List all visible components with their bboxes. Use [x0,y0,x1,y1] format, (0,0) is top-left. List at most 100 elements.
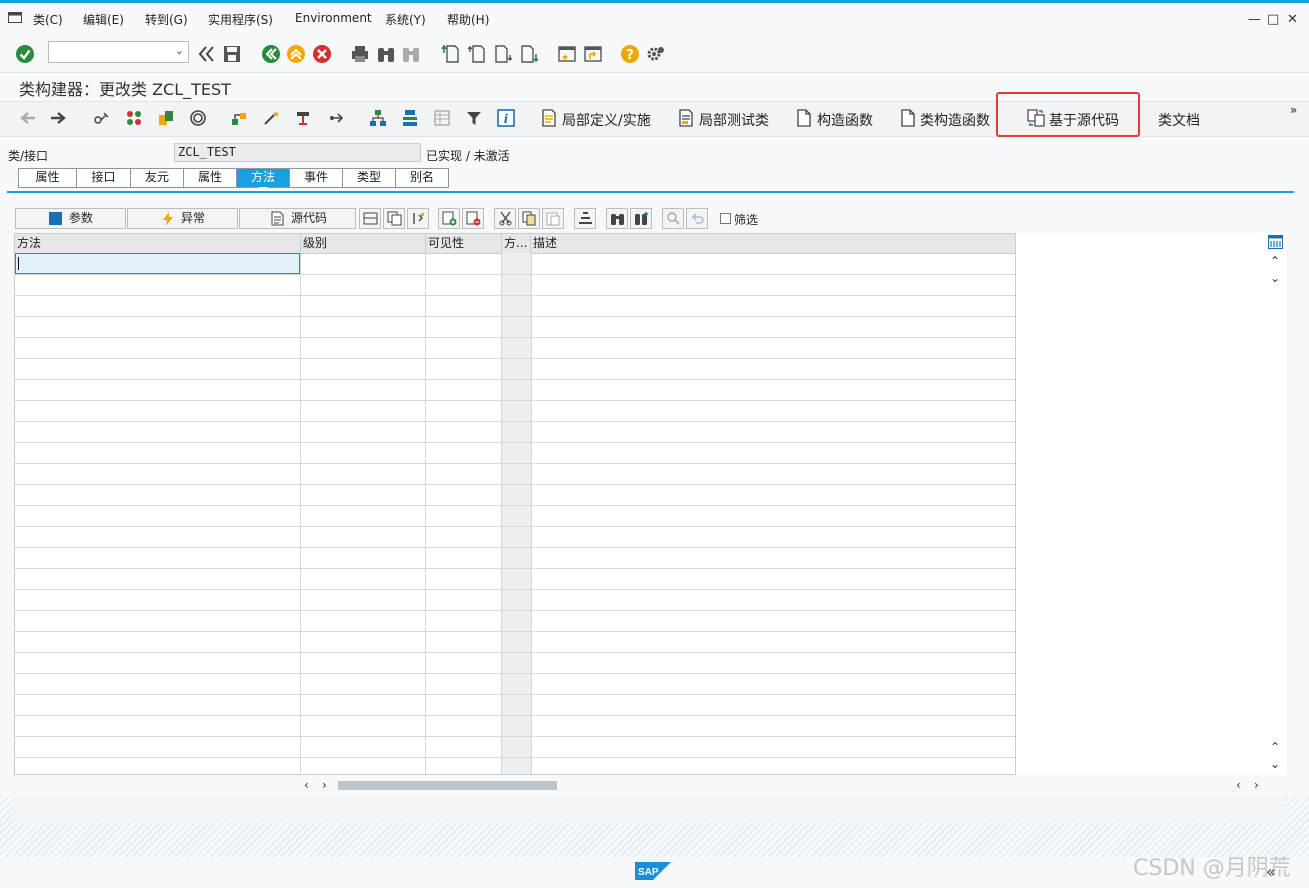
menu-utilities[interactable]: 实用程序(S) [208,11,273,28]
scroll-down-icon[interactable]: ⌄ [1270,271,1280,285]
minimize-button[interactable]: — [1248,12,1261,27]
constructor-button[interactable]: 构造函数 [817,110,873,130]
last-page-icon[interactable] [519,44,539,64]
enter-check-icon[interactable] [15,44,35,64]
first-page-icon[interactable] [441,44,461,64]
table-display-icon[interactable] [433,109,451,127]
scrollbar-thumb[interactable] [338,781,557,790]
horizontal-scrollbar[interactable] [14,776,1286,796]
save-icon[interactable] [222,44,242,64]
print-icon[interactable] [350,44,370,64]
tab-attributes[interactable]: 属性 [184,169,237,187]
outline-icon[interactable] [401,109,419,127]
copy-row-button[interactable] [383,208,405,229]
local-test-classes-button[interactable]: 局部测试类 [699,110,769,130]
object-list-icon[interactable] [157,109,175,127]
constructor-document-icon[interactable] [795,109,813,127]
local-definitions-button[interactable]: 局部定义/实施 [562,110,651,130]
column-header-method[interactable]: 方法 [15,234,301,253]
search-button[interactable] [606,208,628,229]
tab-aliases[interactable]: 别名 [396,169,448,187]
magic-wand-icon[interactable] [262,109,280,127]
append-row-button[interactable] [438,208,460,229]
cancel-icon[interactable] [312,44,332,64]
maximize-button[interactable]: □ [1267,12,1279,27]
undo-button[interactable] [686,208,708,229]
scroll-up-icon[interactable]: ⌃ [1270,254,1280,268]
exceptions-button[interactable]: 异常 [127,208,238,229]
more-chevron-icon[interactable]: » [1290,103,1297,117]
menu-goto[interactable]: 转到(G) [145,11,188,28]
navigator-icon[interactable] [326,109,344,127]
table-settings-icon[interactable] [1268,235,1283,249]
parameters-button[interactable]: 参数 [15,208,126,229]
collapse-double-chevron-icon[interactable] [197,44,217,64]
menu-help[interactable]: 帮助(H) [447,11,489,28]
class-constructor-document-icon[interactable] [899,109,917,127]
settings-gear-icon[interactable] [646,44,666,64]
column-header-description[interactable]: 描述 [531,234,1015,253]
tab-methods[interactable]: 方法 [237,169,290,192]
menu-edit[interactable]: 编辑(E) [83,11,124,28]
filter-checkbox[interactable] [720,213,731,224]
cut-button[interactable] [494,208,516,229]
tab-properties[interactable]: 属性 [19,169,77,187]
help-icon[interactable]: ? [620,44,640,64]
class-hierarchy-icon[interactable] [369,109,387,127]
selected-input-cell[interactable] [15,253,300,274]
find-next-icon[interactable] [401,44,421,64]
delete-row-button[interactable] [462,208,484,229]
create-session-icon[interactable] [557,44,577,64]
close-button[interactable]: ✕ [1287,12,1298,27]
where-used-icon[interactable] [189,109,207,127]
zoom-button[interactable] [662,208,684,229]
scroll-left-icon[interactable]: ‹ [1236,778,1241,792]
next-page-icon[interactable] [493,44,513,64]
scroll-down-icon[interactable]: ⌄ [1270,757,1280,771]
info-icon[interactable]: i [497,109,515,127]
window-menu-icon[interactable] [8,12,22,23]
display-change-glasses-icon[interactable] [92,109,110,127]
copy-button[interactable] [518,208,540,229]
command-field[interactable]: ⌄ [48,41,189,63]
move-row-button[interactable] [407,208,429,229]
align-button[interactable] [574,208,596,229]
back-arrow-icon[interactable] [19,109,37,127]
source-code-button[interactable]: 源代码 [239,208,356,229]
scroll-left-icon[interactable]: ‹ [304,778,309,792]
class-documentation-button[interactable]: 类文档 [1158,110,1200,130]
column-header-level[interactable]: 级别 [301,234,426,253]
test-icon[interactable] [294,109,312,127]
menu-environment[interactable]: Environment [295,11,372,25]
menu-class[interactable]: 类(C) [33,11,63,28]
column-header-visibility[interactable]: 可见性 [426,234,502,253]
filter-funnel-icon[interactable] [465,109,483,127]
tab-interfaces[interactable]: 接口 [77,169,131,187]
collapse-status-icon[interactable]: « [1266,862,1276,881]
active-inactive-icon[interactable] [125,109,143,127]
back-icon[interactable] [261,44,281,64]
search-next-button[interactable] [630,208,652,229]
find-icon[interactable] [376,44,396,64]
local-test-classes-icon[interactable] [677,109,695,127]
paste-button[interactable] [542,208,564,229]
shortcut-icon[interactable] [583,44,603,64]
scroll-up-icon[interactable]: ⌃ [1270,740,1280,754]
scroll-right-icon[interactable]: › [322,778,327,792]
tab-events[interactable]: 事件 [290,169,343,187]
column-header-method-type[interactable]: 方... [502,234,531,253]
hierarchy-icon[interactable] [230,109,248,127]
parameters-label: 参数 [69,211,94,225]
scroll-right-icon[interactable]: › [1254,778,1259,792]
chevron-down-icon[interactable]: ⌄ [175,44,184,57]
forward-arrow-icon[interactable] [49,109,67,127]
tab-types[interactable]: 类型 [343,169,396,187]
class-constructor-button[interactable]: 类构造函数 [920,110,990,130]
binoculars-icon [611,214,624,225]
insert-row-button[interactable] [359,208,381,229]
local-definitions-icon[interactable] [540,109,558,127]
exit-icon[interactable] [286,44,306,64]
menu-system[interactable]: 系统(Y) [385,11,426,28]
tab-friends[interactable]: 友元 [131,169,184,187]
previous-page-icon[interactable] [467,44,487,64]
